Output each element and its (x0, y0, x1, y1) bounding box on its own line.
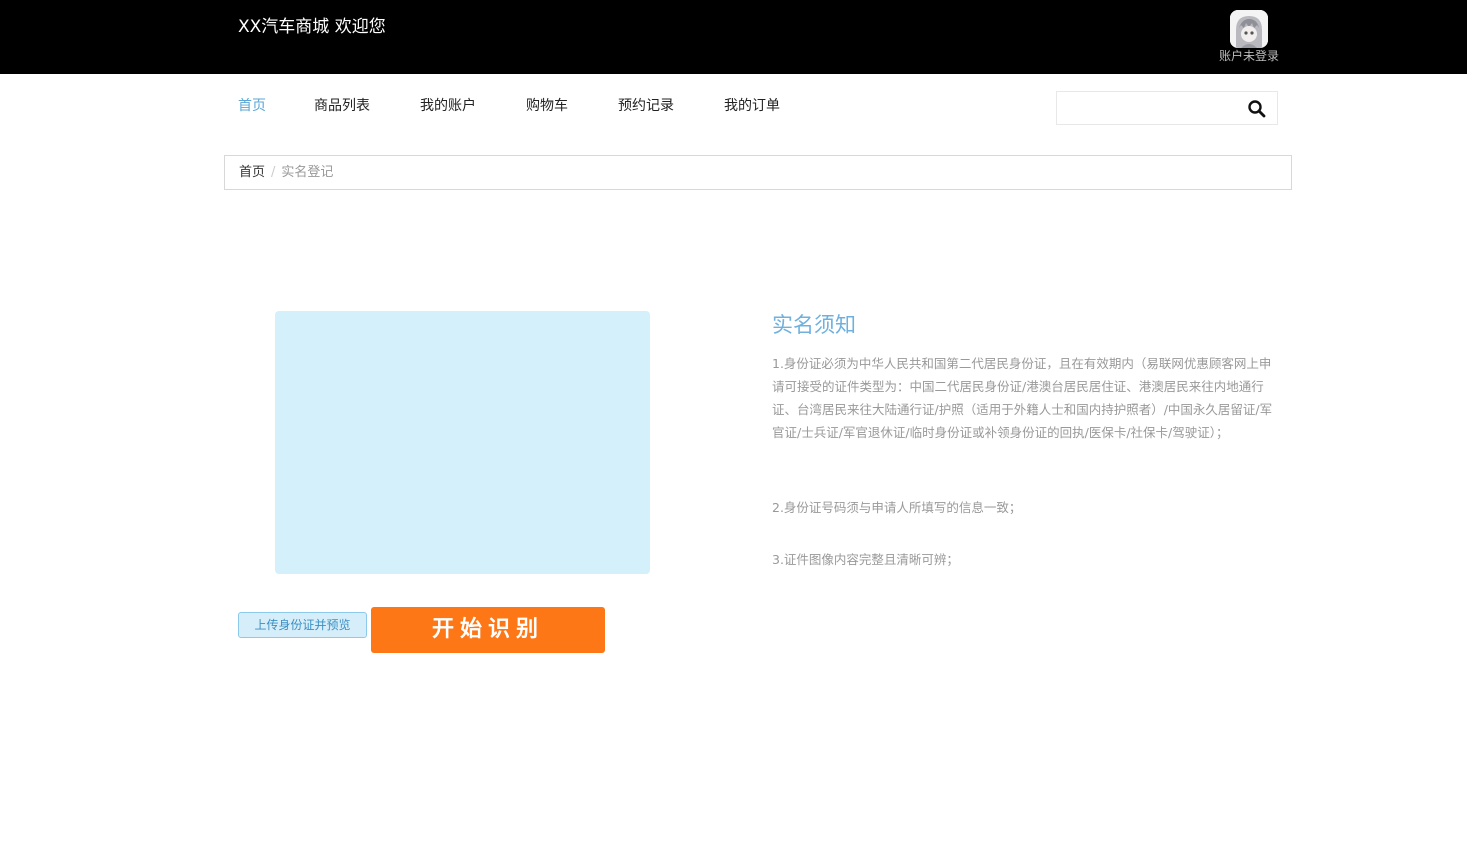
breadcrumb-current: 实名登记 (281, 165, 334, 180)
site-title: XX汽车商城 欢迎您 (238, 17, 386, 37)
id-card-preview (275, 311, 650, 574)
avatar[interactable] (1230, 10, 1268, 48)
start-recognition-button[interactable]: 开始识别 (371, 607, 605, 653)
search-icon[interactable] (1247, 99, 1267, 119)
nav-item-products[interactable]: 商品列表 (314, 97, 370, 115)
search-box (1056, 91, 1278, 125)
breadcrumb-separator: / (271, 165, 276, 180)
nav-item-cart[interactable]: 购物车 (526, 97, 568, 115)
nav-item-account[interactable]: 我的账户 (420, 97, 476, 115)
search-input[interactable] (1057, 92, 1243, 124)
breadcrumb-home[interactable]: 首页 (239, 165, 265, 180)
breadcrumb: 首页 / 实名登记 (224, 155, 1292, 190)
nav-item-home[interactable]: 首页 (238, 97, 266, 115)
notice-title: 实名须知 (772, 313, 856, 337)
notice-item: 3.证件图像内容完整且清晰可辨； (772, 552, 959, 567)
nav-item-orders[interactable]: 我的订单 (724, 97, 780, 115)
nav-item-reservations[interactable]: 预约记录 (618, 97, 674, 115)
login-status[interactable]: 账户未登录 (1210, 49, 1288, 63)
upload-id-button[interactable]: 上传身份证并预览 (238, 612, 367, 638)
user-account[interactable]: 账户未登录 (1210, 10, 1288, 63)
notice-item: 1.身份证必须为中华人民共和国第二代居民身份证，且在有效期内（易联网优惠顾客网上… (772, 356, 1273, 440)
top-bar: XX汽车商城 欢迎您 账户未登录 (0, 0, 1467, 74)
notice-item: 2.身份证号码须与申请人所填写的信息一致； (772, 500, 1022, 515)
